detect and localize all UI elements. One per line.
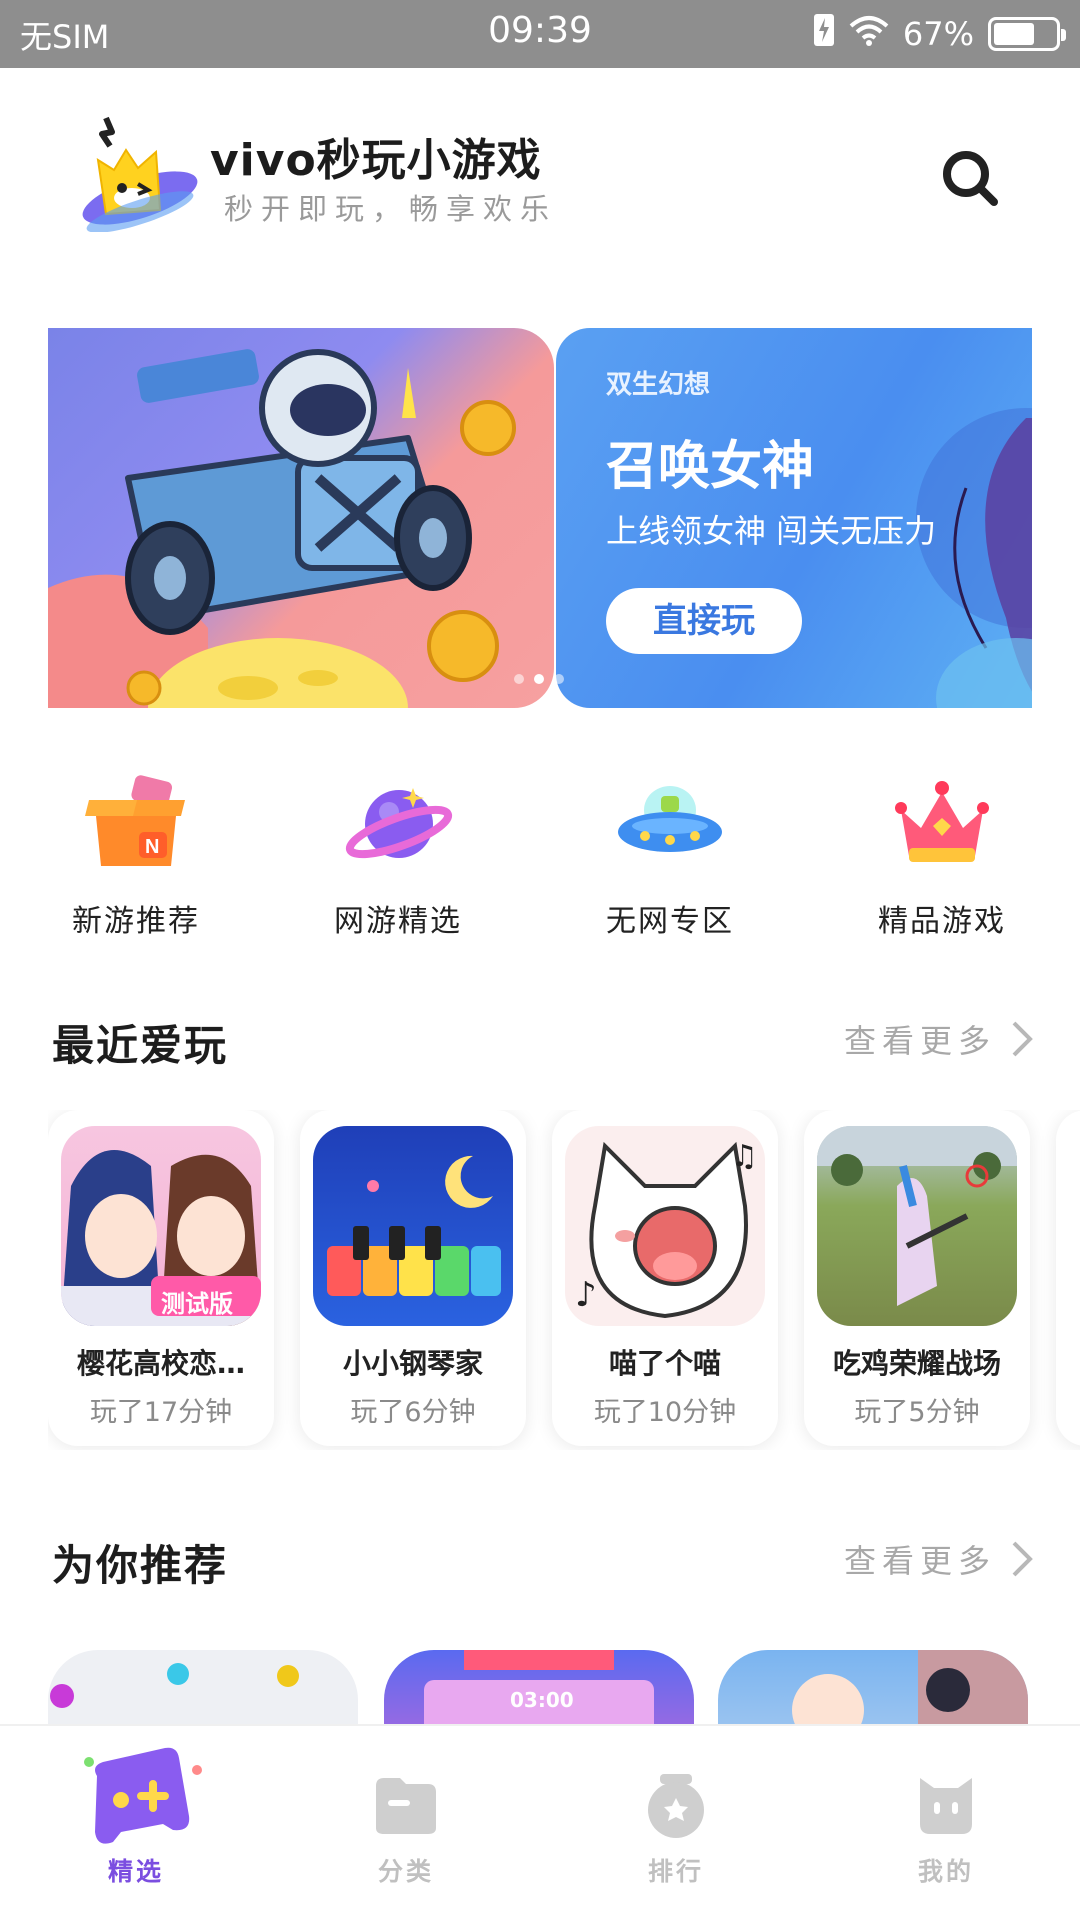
- new-games-box-icon: N: [85, 775, 185, 866]
- nav-categories[interactable]: 分类: [306, 1726, 506, 1920]
- gamepad-icon: [84, 1747, 202, 1844]
- app-subtitle: 秒开即玩，畅享欢乐: [224, 192, 558, 226]
- piano-game-art: [327, 1155, 501, 1296]
- game-name: 吃鸡荣耀战场: [832, 1347, 1001, 1380]
- quick-new-games[interactable]: N 新游推荐: [36, 770, 236, 950]
- recommend-section-title: 为你推荐: [52, 1541, 229, 1590]
- chevron-right-icon: [1012, 1541, 1033, 1577]
- quick-label: 网游精选: [334, 904, 462, 939]
- racing-kart-illustration: [48, 349, 516, 708]
- app-title: vivo秒玩小游戏: [210, 135, 542, 186]
- carousel-dot[interactable]: [514, 674, 524, 684]
- recent-section-title: 最近爱玩: [52, 1021, 229, 1070]
- status-icons: 67%: [813, 10, 1066, 58]
- recommend-more-link[interactable]: 查看更多: [844, 1536, 1034, 1582]
- nav-label: 排行: [647, 1857, 704, 1886]
- svg-text:♫: ♫: [731, 1139, 758, 1174]
- chevron-right-icon: [1012, 1021, 1033, 1057]
- banner-slide-racing[interactable]: [48, 328, 554, 708]
- recent-more-link[interactable]: 查看更多: [844, 1016, 1034, 1062]
- trophy-icon: [648, 1774, 704, 1838]
- banner-game-name: 双生幻想: [606, 370, 711, 400]
- app-header: vivo秒玩小游戏 秒开即玩，畅享欢乐: [0, 68, 1080, 288]
- game-name: 樱花高校恋…: [76, 1347, 245, 1380]
- battery-percent: 67%: [902, 15, 974, 53]
- battery-icon: [988, 17, 1066, 51]
- battle-royale-art: [817, 1126, 1017, 1306]
- more-label: 查看更多: [843, 1022, 996, 1060]
- game-card[interactable]: 测试版 樱花高校恋… 玩了17分钟: [48, 1110, 274, 1446]
- music-stage-art: [424, 1650, 654, 1724]
- app-logo: [76, 112, 200, 233]
- search-icon: [943, 151, 998, 206]
- quick-category-nav: N 新游推荐 网游精选 无网专区 精品游戏: [0, 770, 1080, 950]
- banner-subline: 上线领女神 闯关无压力: [606, 512, 937, 550]
- banner-carousel[interactable]: 双生幻想 召唤女神 上线领女神 闯关无压力 直接玩: [48, 328, 1032, 708]
- carousel-dot[interactable]: [554, 674, 564, 684]
- recommend-card[interactable]: [48, 1650, 358, 1724]
- carousel-indicator: [514, 674, 564, 684]
- nav-rankings[interactable]: 排行: [576, 1726, 776, 1920]
- quick-offline-games[interactable]: 无网专区: [570, 770, 770, 950]
- nav-label: 我的: [917, 1857, 974, 1886]
- wifi-icon: [849, 14, 889, 54]
- nav-profile[interactable]: 我的: [846, 1726, 1046, 1920]
- game-card[interactable]: 吃鸡荣耀战场 玩了5分钟: [804, 1110, 1030, 1446]
- recommend-games-list: 03:00: [0, 1650, 1080, 1724]
- banner-play-button[interactable]: 直接玩: [606, 588, 802, 654]
- play-time: 玩了5分钟: [854, 1397, 980, 1428]
- bottom-navigation: 精选 分类 排行 我的: [0, 1724, 1080, 1920]
- nav-label: 精选: [107, 1857, 164, 1886]
- charging-icon: [813, 13, 835, 55]
- game-name: 喵了个喵: [608, 1347, 721, 1380]
- game-thumbnail: ♫ ♪: [565, 1126, 765, 1326]
- play-time: 玩了17分钟: [89, 1397, 233, 1428]
- game-name: 小小钢琴家: [342, 1347, 483, 1380]
- more-label: 查看更多: [843, 1542, 996, 1580]
- quick-online-games[interactable]: 网游精选: [298, 770, 498, 950]
- meow-cat-art: ♫ ♪: [575, 1139, 758, 1319]
- battery-level: [994, 23, 1035, 45]
- svg-text:N: N: [145, 836, 159, 858]
- game-thumbnail: [313, 1126, 513, 1326]
- dots-game-art: [50, 1663, 299, 1708]
- svg-text:♪: ♪: [575, 1275, 597, 1315]
- profile-icon: [920, 1778, 972, 1834]
- recommend-card[interactable]: 03:00: [384, 1650, 694, 1724]
- quick-label: 新游推荐: [72, 904, 200, 939]
- play-time: 玩了6分钟: [350, 1397, 476, 1428]
- nav-featured[interactable]: 精选: [36, 1726, 236, 1920]
- game-card-partial[interactable]: [1056, 1110, 1080, 1446]
- game-thumbnail: [817, 1126, 1017, 1326]
- thumbnail-badge: 测试版: [161, 1290, 233, 1318]
- status-bar: 无SIM 09:39 67%: [0, 0, 1080, 68]
- game-card[interactable]: 小小钢琴家 玩了6分钟: [300, 1110, 526, 1446]
- ufo-icon: [618, 786, 722, 852]
- quick-label: 无网专区: [606, 904, 734, 939]
- crown-icon: [895, 781, 989, 862]
- game-card[interactable]: ♫ ♪ 喵了个喵 玩了10分钟: [552, 1110, 778, 1446]
- recent-games-list: 测试版 樱花高校恋… 玩了17分钟 小小钢琴家 玩了6分钟 ♫ ♪ 喵了个喵 玩…: [48, 1110, 1080, 1450]
- nav-label: 分类: [377, 1857, 434, 1886]
- folder-icon: [376, 1778, 436, 1834]
- timer-label: 03:00: [510, 1688, 574, 1712]
- play-time: 玩了10分钟: [593, 1397, 737, 1428]
- banner-slide-promo[interactable]: 双生幻想 召唤女神 上线领女神 闯关无压力 直接玩: [556, 328, 1032, 708]
- quick-premium-games[interactable]: 精品游戏: [842, 770, 1042, 950]
- game-thumbnail: 测试版: [61, 1126, 261, 1326]
- anime-girls-art: [792, 1650, 1028, 1724]
- carousel-dot-active[interactable]: [534, 674, 544, 684]
- planet-icon: [345, 788, 453, 859]
- search-button[interactable]: [938, 146, 1002, 210]
- quick-label: 精品游戏: [878, 904, 1006, 939]
- recommend-card[interactable]: [718, 1650, 1028, 1724]
- banner-headline: 召唤女神: [606, 437, 815, 497]
